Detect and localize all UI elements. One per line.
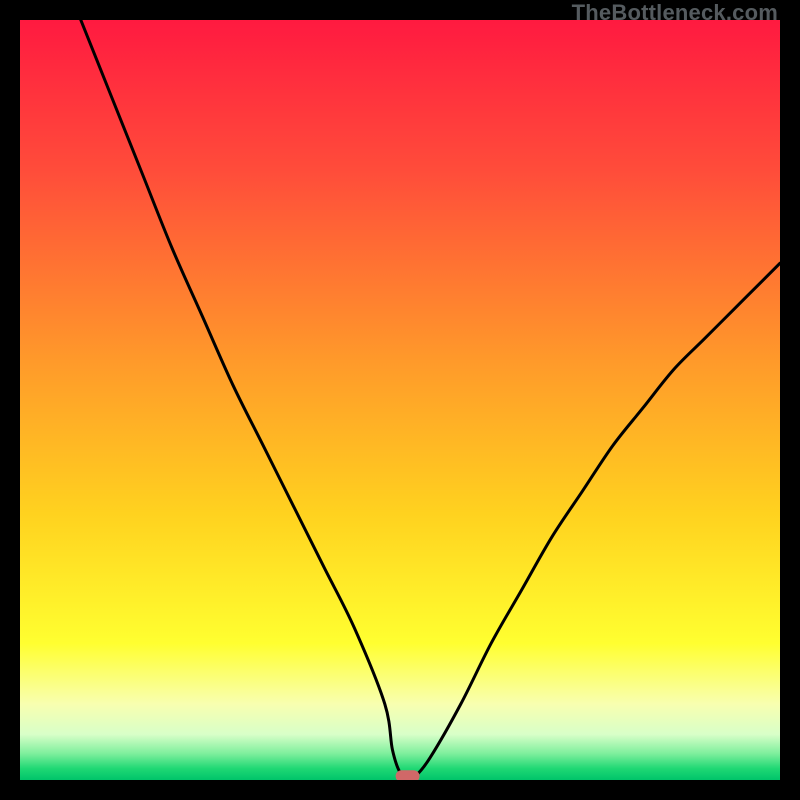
- chart-frame: [20, 20, 780, 780]
- bottleneck-chart: [20, 20, 780, 780]
- watermark-text: TheBottleneck.com: [572, 0, 778, 26]
- minimum-marker: [396, 770, 420, 780]
- gradient-background: [20, 20, 780, 780]
